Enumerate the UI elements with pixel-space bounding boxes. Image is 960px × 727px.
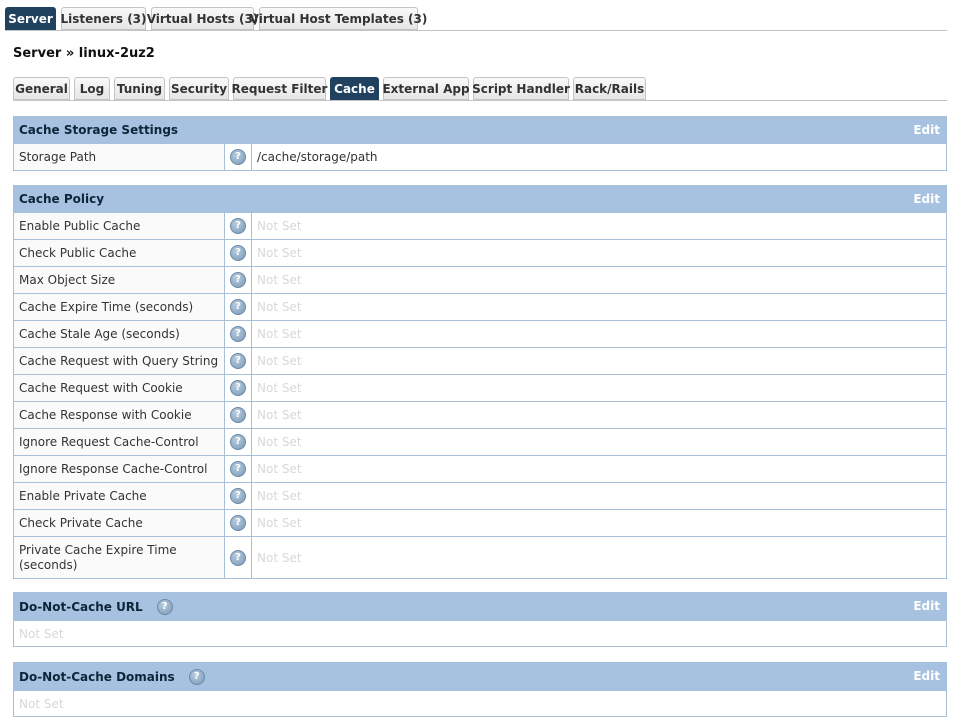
field-label: Cache Stale Age (seconds): [14, 321, 225, 347]
field-label: Cache Response with Cookie: [14, 402, 225, 428]
help-icon[interactable]: ?: [230, 299, 246, 315]
panel-title: Cache Policy: [19, 192, 105, 206]
panel-title: Do-Not-Cache Domains: [19, 669, 175, 684]
help-icon[interactable]: ?: [230, 149, 246, 165]
field-label: Max Object Size: [14, 267, 225, 293]
tab-tuning[interactable]: Tuning: [114, 77, 165, 100]
help-icon[interactable]: ?: [230, 549, 246, 566]
edit-button[interactable]: Edit: [913, 123, 940, 137]
field-label: Enable Private Cache: [14, 483, 225, 509]
tab-general[interactable]: General: [13, 77, 70, 100]
help-icon[interactable]: ?: [230, 380, 246, 396]
table-row: Storage Path ? /cache/storage/path: [14, 143, 946, 170]
help-icon[interactable]: ?: [230, 245, 246, 261]
tab-cache[interactable]: Cache: [330, 77, 379, 100]
table-row: Cache Stale Age (seconds)? Not Set: [14, 320, 946, 347]
panel-header: Cache Policy Edit: [14, 186, 946, 212]
help-icon[interactable]: ?: [230, 515, 246, 531]
field-label: Private Cache Expire Time (seconds): [14, 537, 225, 578]
tab-external-app[interactable]: External App: [382, 77, 470, 100]
field-label: Cache Request with Cookie: [14, 375, 225, 401]
table-row: Ignore Response Cache-Control? Not Set: [14, 455, 946, 482]
table-row: Check Private Cache? Not Set: [14, 509, 946, 536]
field-value: Not Set: [257, 219, 302, 233]
field-value: Not Set: [257, 300, 302, 314]
tab-virtual-host-templates[interactable]: Virtual Host Templates (3): [250, 7, 427, 30]
table-row: Enable Private Cache? Not Set: [14, 482, 946, 509]
edit-button[interactable]: Edit: [913, 599, 940, 613]
tab-security[interactable]: Security: [169, 77, 229, 100]
tab-log[interactable]: Log: [74, 77, 110, 100]
help-icon[interactable]: ?: [230, 434, 246, 450]
tab-listeners[interactable]: Listeners (3): [61, 7, 147, 30]
field-value: Not Set: [14, 620, 946, 646]
tab-server[interactable]: Server: [5, 7, 56, 30]
do-not-cache-domains-panel: Do-Not-Cache Domains ? Edit Not Set: [13, 662, 947, 717]
help-icon[interactable]: ?: [230, 218, 246, 234]
table-row: Cache Request with Query String? Not Set: [14, 347, 946, 374]
tab-script-handler[interactable]: Script Handler: [472, 77, 570, 100]
cache-storage-panel: Cache Storage Settings Edit Storage Path…: [13, 116, 947, 171]
table-row: Cache Request with Cookie? Not Set: [14, 374, 946, 401]
field-label: Enable Public Cache: [14, 213, 225, 239]
field-value: Not Set: [257, 246, 302, 260]
field-value: Not Set: [257, 381, 302, 395]
table-row: Check Public Cache? Not Set: [14, 239, 946, 266]
panel-header: Do-Not-Cache URL ? Edit: [14, 593, 946, 620]
field-value: Not Set: [257, 327, 302, 341]
field-label: Check Private Cache: [14, 510, 225, 536]
top-tab-bar: Server Listeners (3) Virtual Hosts (3) V…: [5, 7, 947, 31]
field-value: Not Set: [257, 408, 302, 422]
table-row: Max Object Size? Not Set: [14, 266, 946, 293]
field-value: /cache/storage/path: [257, 150, 378, 164]
field-value: Not Set: [257, 516, 302, 530]
field-label: Cache Request with Query String: [14, 348, 225, 374]
panel-title: Cache Storage Settings: [19, 123, 179, 137]
tab-request-filter[interactable]: Request Filter: [232, 77, 327, 100]
field-value: Not Set: [257, 462, 302, 476]
panel-header: Cache Storage Settings Edit: [14, 117, 946, 143]
field-label: Ignore Request Cache-Control: [14, 429, 225, 455]
field-label: Check Public Cache: [14, 240, 225, 266]
help-icon[interactable]: ?: [230, 353, 246, 369]
tab-rack-rails[interactable]: Rack/Rails: [573, 77, 646, 100]
help-icon[interactable]: ?: [230, 326, 246, 342]
field-value: Not Set: [257, 273, 302, 287]
help-icon[interactable]: ?: [188, 668, 205, 685]
help-icon[interactable]: ?: [230, 407, 246, 423]
field-value: Not Set: [257, 354, 302, 368]
table-row: Ignore Request Cache-Control? Not Set: [14, 428, 946, 455]
help-icon[interactable]: ?: [230, 488, 246, 504]
breadcrumb: Server » linux-2uz2: [13, 46, 155, 61]
panel-title: Do-Not-Cache URL: [19, 599, 143, 614]
field-value: Not Set: [257, 550, 302, 565]
help-icon[interactable]: ?: [230, 272, 246, 288]
cache-policy-panel: Cache Policy Edit Enable Public Cache? No…: [13, 185, 947, 579]
panel-header: Do-Not-Cache Domains ? Edit: [14, 663, 946, 690]
field-label: Storage Path: [14, 144, 225, 170]
field-label: Ignore Response Cache-Control: [14, 456, 225, 482]
do-not-cache-url-panel: Do-Not-Cache URL ? Edit Not Set: [13, 592, 947, 647]
field-value: Not Set: [14, 690, 946, 716]
field-value: Not Set: [257, 435, 302, 449]
edit-button[interactable]: Edit: [913, 669, 940, 683]
tab-virtual-hosts[interactable]: Virtual Hosts (3): [147, 7, 258, 30]
help-icon[interactable]: ?: [156, 598, 173, 615]
field-value: Not Set: [257, 489, 302, 503]
table-row: Cache Expire Time (seconds)? Not Set: [14, 293, 946, 320]
sub-tab-bar: General Log Tuning Security Request Filt…: [13, 77, 947, 101]
edit-button[interactable]: Edit: [913, 192, 940, 206]
help-icon[interactable]: ?: [230, 461, 246, 477]
table-row: Cache Response with Cookie? Not Set: [14, 401, 946, 428]
table-row: Private Cache Expire Time (seconds)? Not …: [14, 536, 946, 578]
field-label: Cache Expire Time (seconds): [14, 294, 225, 320]
table-row: Enable Public Cache? Not Set: [14, 212, 946, 239]
